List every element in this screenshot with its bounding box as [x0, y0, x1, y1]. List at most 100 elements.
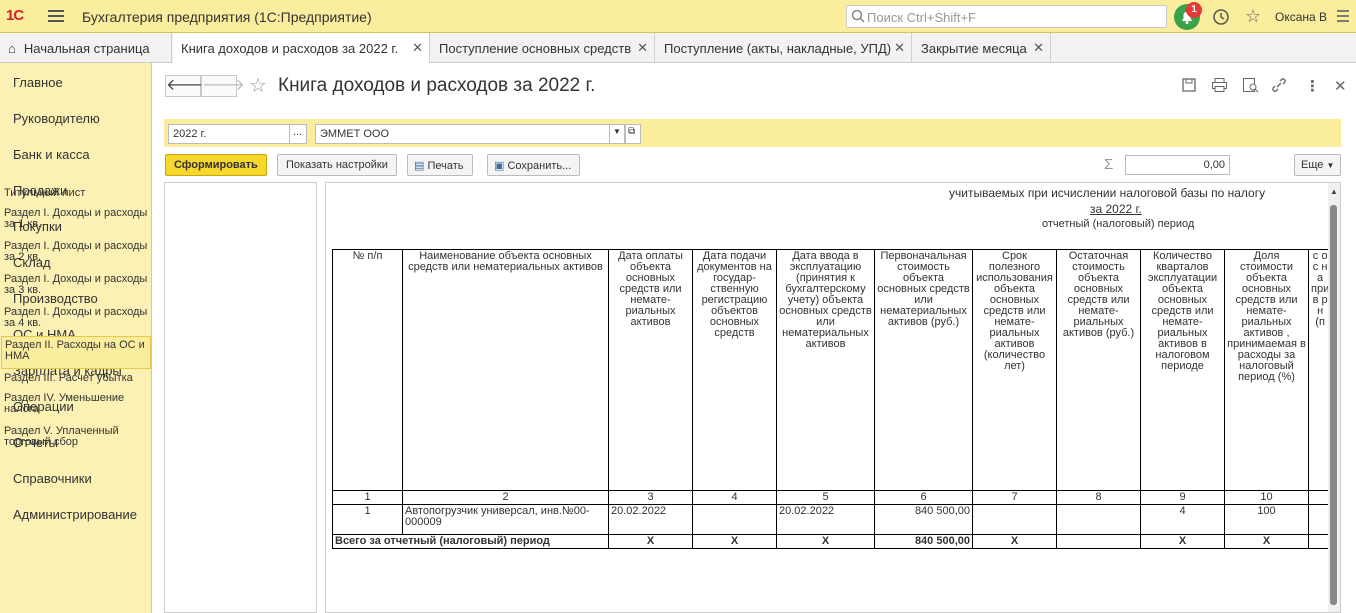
period-select-button[interactable]: ...: [289, 124, 307, 144]
section-item-title[interactable]: Титульный лист: [4, 188, 150, 199]
section-item-q3[interactable]: Раздел I. Доходы и расходы за 3 кв.: [4, 274, 150, 296]
back-button[interactable]: 🡐: [165, 75, 209, 97]
save-report-button[interactable]: ▣ Сохранить...: [487, 154, 581, 176]
total-useful-life: X: [972, 534, 1057, 549]
search-icon: [851, 9, 865, 23]
column-header: Количество кварталов эксплуатации объект…: [1140, 249, 1225, 491]
more-label: Еще: [1301, 159, 1324, 171]
section-item-fixed-assets[interactable]: Раздел II. Расходы на ОС и НМА: [1, 336, 151, 369]
report-period-caption: отчетный (налоговый) период: [1042, 218, 1195, 230]
organization-field[interactable]: ЭММЕТ ООО: [315, 124, 610, 144]
total-label: Всего за отчетный (налоговый) период: [332, 534, 609, 549]
close-icon[interactable]: ✕: [1334, 77, 1347, 95]
sidebar-item-administration[interactable]: Администрирование: [13, 507, 137, 522]
organization-dropdown-icon[interactable]: ▼: [609, 124, 625, 144]
cell-asset-name[interactable]: Автопогрузчик универсал, инв.№00-000009: [402, 504, 609, 535]
tab-label: Поступление (акты, накладные, УПД): [664, 41, 892, 56]
column-header: № п/п: [332, 249, 403, 491]
tab-label: Книга доходов и расходов за 2022 г.: [181, 41, 399, 56]
column-header: Остаточная стоимость объекта основных ср…: [1056, 249, 1141, 491]
column-header: Срок полезного использования объекта осн…: [972, 249, 1057, 491]
total-initial-cost: 840 500,00: [874, 534, 973, 549]
cell-initial-cost[interactable]: 840 500,00: [874, 504, 973, 535]
column-number: 2: [402, 490, 609, 505]
close-icon[interactable]: ✕: [412, 40, 423, 56]
column-number: 3: [608, 490, 693, 505]
cell-residual-value[interactable]: [1056, 504, 1141, 535]
close-icon[interactable]: ✕: [637, 40, 648, 56]
tab-label: Поступление основных средств: [439, 41, 632, 56]
save-label: Сохранить...: [507, 160, 572, 172]
link-icon[interactable]: [1271, 77, 1287, 93]
section-item-tax-reduction[interactable]: Раздел IV. Уменьшение налога: [4, 393, 150, 415]
generate-button[interactable]: Сформировать: [165, 154, 267, 176]
section-item-trade-fee[interactable]: Раздел V. Уплаченный торговый сбор: [4, 426, 150, 448]
column-header: Наименование объекта основных средств ил…: [402, 249, 609, 491]
section-item-q1[interactable]: Раздел I. Доходы и расходы за 1 кв.: [4, 208, 150, 230]
sum-field[interactable]: 0,00: [1125, 155, 1230, 175]
cell-registration-date[interactable]: [692, 504, 777, 535]
column-number: 6: [874, 490, 973, 505]
report-table: № п/п Наименование объекта основных сред…: [332, 249, 1332, 549]
table-column-numbers-row: 1 2 3 4 5 6 7 8 9 10: [332, 490, 1332, 505]
cell-commissioning-date[interactable]: 20.02.2022: [776, 504, 875, 535]
cell-payment-date[interactable]: 20.02.2022: [608, 504, 693, 535]
more-menu-icon[interactable]: ⋮: [1305, 77, 1320, 95]
period-field[interactable]: 2022 г.: [168, 124, 290, 144]
tab-home[interactable]: ⌂ Начальная страница: [0, 33, 172, 63]
close-icon[interactable]: ✕: [894, 40, 905, 56]
sidebar-item-main[interactable]: Главное: [13, 75, 63, 90]
favorites-star-icon[interactable]: ☆: [1245, 6, 1261, 27]
favorite-star-icon[interactable]: ☆: [249, 73, 267, 98]
close-icon[interactable]: ✕: [1033, 40, 1044, 56]
total-payment-date: X: [608, 534, 693, 549]
tab-bar: ⌂ Начальная страница Книга доходов и расх…: [0, 33, 1356, 63]
section-item-q2[interactable]: Раздел I. Доходы и расходы за 2 кв.: [4, 241, 150, 263]
history-icon[interactable]: [1212, 8, 1230, 26]
save-icon[interactable]: [1181, 77, 1197, 93]
column-number: 8: [1056, 490, 1141, 505]
open-icon[interactable]: ⧉: [625, 124, 641, 144]
total-quarters: X: [1140, 534, 1225, 549]
scrollbar-thumb[interactable]: [1330, 205, 1337, 605]
chevron-down-icon: ▼: [1326, 161, 1335, 170]
tab-book-income-expenses[interactable]: Книга доходов и расходов за 2022 г. ✕: [173, 33, 430, 63]
tab-fixed-assets-receipt[interactable]: Поступление основных средств ✕: [431, 33, 655, 63]
print-button[interactable]: ▤ Печать: [407, 154, 473, 176]
report-period-line: за 2022 г.: [1090, 202, 1142, 216]
column-header: Дата ввода в эксплуатацию (принятия к бу…: [776, 249, 875, 491]
search-input[interactable]: Поиск Ctrl+Shift+F: [846, 5, 1167, 28]
section-item-loss[interactable]: Раздел III. Расчет убытка: [4, 373, 150, 384]
logo: 1С: [6, 7, 24, 24]
sidebar-item-directories[interactable]: Справочники: [13, 471, 92, 486]
cell-useful-life[interactable]: [972, 504, 1057, 535]
sidebar-item-bank[interactable]: Банк и касса: [13, 147, 90, 162]
table-row[interactable]: 1 Автопогрузчик универсал, инв.№00-00000…: [332, 504, 1332, 535]
total-commissioning-date: X: [776, 534, 875, 549]
print-icon[interactable]: [1211, 77, 1228, 93]
sidebar-item-manager[interactable]: Руководителю: [13, 111, 100, 126]
tab-label: Закрытие месяца: [921, 41, 1027, 56]
cell-share[interactable]: 100: [1224, 504, 1309, 535]
tab-month-closing[interactable]: Закрытие месяца ✕: [913, 33, 1051, 63]
table-total-row[interactable]: Всего за отчетный (налоговый) период X X…: [332, 534, 1332, 549]
settings-icon[interactable]: [1335, 8, 1351, 24]
column-header: Доля стоимости объекта основных средств …: [1224, 249, 1309, 491]
show-settings-button[interactable]: Показать настройки: [277, 154, 397, 176]
search-placeholder: Поиск Ctrl+Shift+F: [867, 10, 976, 25]
column-number: 9: [1140, 490, 1225, 505]
cell-quarters[interactable]: 4: [1140, 504, 1225, 535]
more-button[interactable]: Еще ▼: [1294, 154, 1342, 176]
printer-icon: ▤: [414, 160, 425, 172]
tab-receipt-acts[interactable]: Поступление (акты, накладные, УПД) ✕: [656, 33, 912, 63]
forward-button[interactable]: 🡒: [201, 75, 245, 97]
column-header: Дата подачи документов на государ-ственн…: [692, 249, 777, 491]
scroll-up-icon[interactable]: ▲: [1330, 187, 1338, 196]
cell-number[interactable]: 1: [332, 504, 403, 535]
preview-icon[interactable]: [1242, 77, 1259, 93]
user-name[interactable]: Оксана В: [1275, 10, 1327, 24]
menu-icon[interactable]: [48, 10, 64, 22]
section-item-q4[interactable]: Раздел I. Доходы и расходы за 4 кв.: [4, 307, 150, 329]
top-bar: 1С Бухгалтерия предприятия (1С:Предприят…: [0, 0, 1356, 33]
total-share: X: [1224, 534, 1309, 549]
